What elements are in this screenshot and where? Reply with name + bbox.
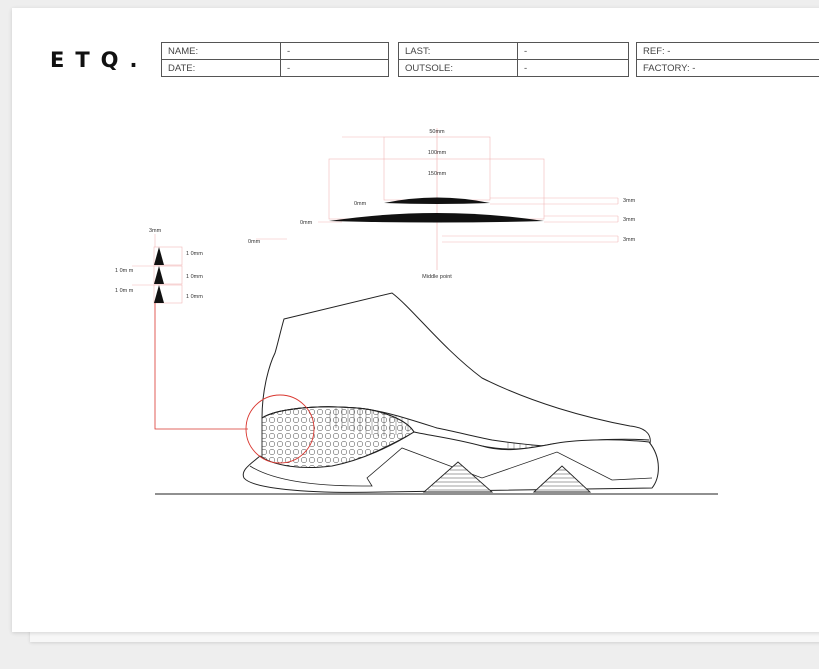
heel-left-label-1: 1 0m m bbox=[115, 268, 134, 274]
width-label-150: 150mm bbox=[428, 171, 447, 177]
sole-profile-large bbox=[329, 213, 544, 223]
left-height-label-1: 0mm bbox=[354, 201, 367, 207]
middle-point-label: Middle point bbox=[422, 274, 452, 280]
heel-detail-diagram: 3mm 1 0mm 1 0mm 1 0mm 1 0m m 1 0m m bbox=[115, 228, 248, 430]
width-label-100: 100mm bbox=[428, 150, 447, 156]
heel-right-label-2: 1 0mm bbox=[186, 274, 203, 280]
heel-left-label-2: 1 0m m bbox=[115, 288, 134, 294]
heel-top-label: 3mm bbox=[149, 228, 162, 234]
heel-wedge-1 bbox=[154, 247, 164, 265]
spec-sheet: ETQ. NAME: - DATE: - LAST: - OUTSOLE: - … bbox=[12, 8, 819, 632]
sole-width-diagram: 50mm 100mm 150mm 0mm 0mm 0mm 3mm 3mm 3mm… bbox=[248, 128, 636, 280]
heel-right-label-3: 1 0mm bbox=[186, 294, 203, 300]
sole-profile-small bbox=[384, 197, 490, 204]
right-height-label-1: 3mm bbox=[623, 198, 636, 204]
technical-drawing: 50mm 100mm 150mm 0mm 0mm 0mm 3mm 3mm 3mm… bbox=[115, 128, 718, 495]
right-height-label-3: 3mm bbox=[623, 237, 636, 243]
heel-right-label-1: 1 0mm bbox=[186, 251, 203, 257]
shoe-side-view bbox=[155, 292, 718, 495]
callout-line bbox=[154, 303, 248, 430]
left-height-label-2: 0mm bbox=[300, 220, 313, 226]
right-height-label-2: 3mm bbox=[623, 217, 636, 223]
heel-wedge-2 bbox=[154, 266, 164, 284]
left-height-label-3: 0mm bbox=[248, 239, 261, 245]
heel-wedge-3 bbox=[154, 285, 164, 303]
width-label-50: 50mm bbox=[429, 129, 445, 135]
